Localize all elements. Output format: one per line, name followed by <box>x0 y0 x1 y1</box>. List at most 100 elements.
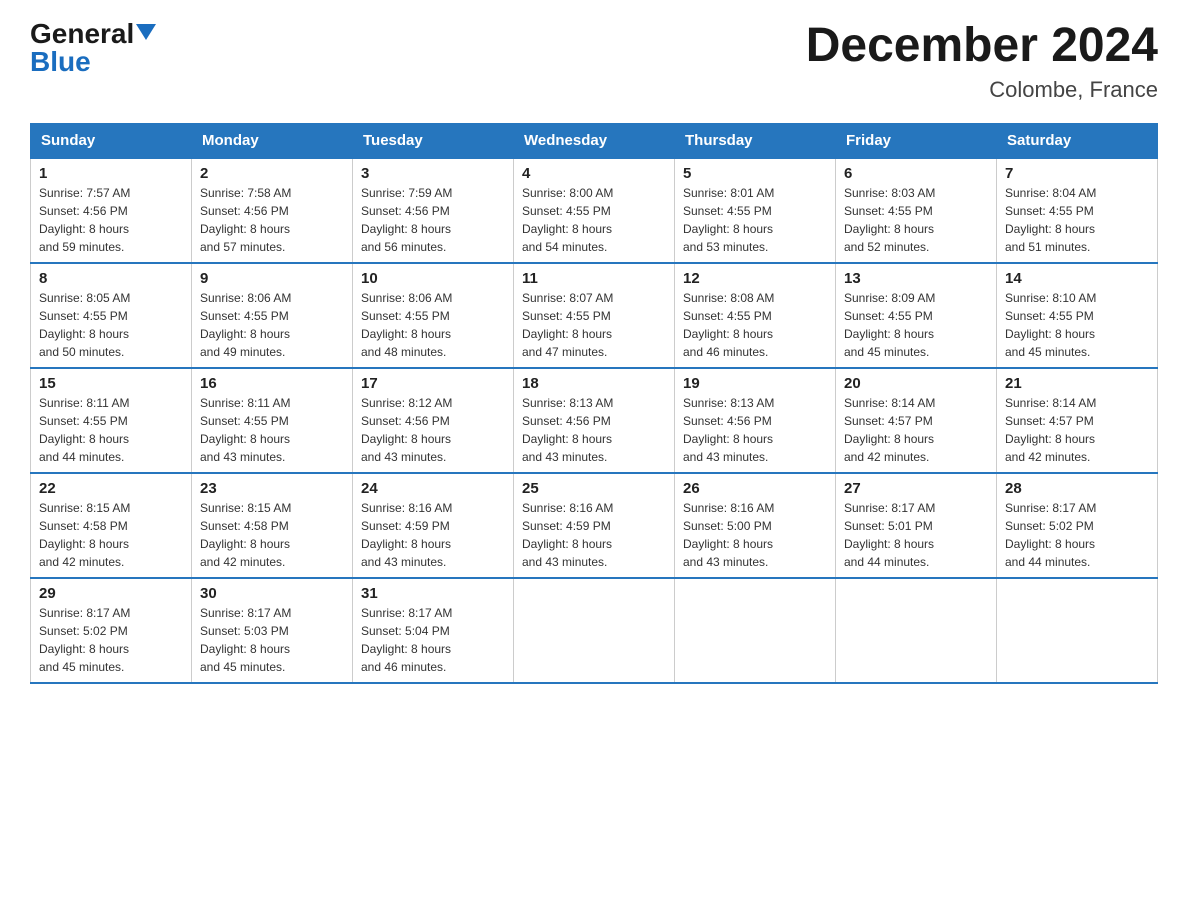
day-info: Sunrise: 8:17 AM Sunset: 5:03 PM Dayligh… <box>200 606 291 674</box>
day-info: Sunrise: 8:07 AM Sunset: 4:55 PM Dayligh… <box>522 291 613 359</box>
day-number: 27 <box>844 480 988 497</box>
day-number: 13 <box>844 270 988 287</box>
calendar-cell: 27 Sunrise: 8:17 AM Sunset: 5:01 PM Dayli… <box>836 473 997 578</box>
day-number: 11 <box>522 270 666 287</box>
column-header-saturday: Saturday <box>997 123 1158 158</box>
calendar-cell: 9 Sunrise: 8:06 AM Sunset: 4:55 PM Daylig… <box>192 263 353 368</box>
column-header-sunday: Sunday <box>31 123 192 158</box>
day-info: Sunrise: 8:00 AM Sunset: 4:55 PM Dayligh… <box>522 186 613 254</box>
day-number: 2 <box>200 165 344 182</box>
calendar-cell: 19Sunrise: 8:13 AM Sunset: 4:56 PM Dayli… <box>675 368 836 473</box>
day-number: 7 <box>1005 165 1149 182</box>
day-info: Sunrise: 8:11 AM Sunset: 4:55 PM Dayligh… <box>39 396 130 464</box>
calendar-cell: 16Sunrise: 8:11 AM Sunset: 4:55 PM Dayli… <box>192 368 353 473</box>
month-year-title: December 2024 <box>806 20 1158 73</box>
day-number: 24 <box>361 480 505 497</box>
calendar-cell: 6 Sunrise: 8:03 AM Sunset: 4:55 PM Daylig… <box>836 158 997 263</box>
calendar-cell: 17 Sunrise: 8:12 AM Sunset: 4:56 PM Dayli… <box>353 368 514 473</box>
calendar-cell: 29 Sunrise: 8:17 AM Sunset: 5:02 PM Dayli… <box>31 578 192 683</box>
day-number: 9 <box>200 270 344 287</box>
calendar-cell: 4 Sunrise: 8:00 AM Sunset: 4:55 PM Daylig… <box>514 158 675 263</box>
day-info: Sunrise: 7:59 AM Sunset: 4:56 PM Dayligh… <box>361 186 452 254</box>
calendar-table: SundayMondayTuesdayWednesdayThursdayFrid… <box>30 123 1158 684</box>
column-header-thursday: Thursday <box>675 123 836 158</box>
calendar-week-row: 8 Sunrise: 8:05 AM Sunset: 4:55 PM Daylig… <box>31 263 1158 368</box>
column-header-monday: Monday <box>192 123 353 158</box>
page-header: General Blue December 2024 Colombe, Fran… <box>30 20 1158 103</box>
day-number: 26 <box>683 480 827 497</box>
day-number: 21 <box>1005 375 1149 392</box>
calendar-cell: 20 Sunrise: 8:14 AM Sunset: 4:57 PM Dayli… <box>836 368 997 473</box>
calendar-header-row: SundayMondayTuesdayWednesdayThursdayFrid… <box>31 123 1158 158</box>
day-info: Sunrise: 8:14 AM Sunset: 4:57 PM Dayligh… <box>844 396 935 464</box>
day-number: 3 <box>361 165 505 182</box>
day-number: 29 <box>39 585 183 602</box>
calendar-cell: 10 Sunrise: 8:06 AM Sunset: 4:55 PM Dayli… <box>353 263 514 368</box>
column-header-friday: Friday <box>836 123 997 158</box>
day-number: 6 <box>844 165 988 182</box>
day-number: 25 <box>522 480 666 497</box>
day-number: 5 <box>683 165 827 182</box>
day-info: Sunrise: 8:17 AM Sunset: 5:01 PM Dayligh… <box>844 501 935 569</box>
calendar-cell: 7 Sunrise: 8:04 AM Sunset: 4:55 PM Daylig… <box>997 158 1158 263</box>
logo-triangle-icon <box>136 24 156 40</box>
day-number: 4 <box>522 165 666 182</box>
calendar-week-row: 29 Sunrise: 8:17 AM Sunset: 5:02 PM Dayli… <box>31 578 1158 683</box>
day-info: Sunrise: 8:01 AM Sunset: 4:55 PM Dayligh… <box>683 186 774 254</box>
day-info: Sunrise: 8:16 AM Sunset: 5:00 PM Dayligh… <box>683 501 774 569</box>
day-number: 31 <box>361 585 505 602</box>
day-info: Sunrise: 8:17 AM Sunset: 5:02 PM Dayligh… <box>1005 501 1096 569</box>
calendar-cell: 25 Sunrise: 8:16 AM Sunset: 4:59 PM Dayli… <box>514 473 675 578</box>
calendar-cell <box>514 578 675 683</box>
calendar-cell: 31 Sunrise: 8:17 AM Sunset: 5:04 PM Dayli… <box>353 578 514 683</box>
calendar-cell: 12 Sunrise: 8:08 AM Sunset: 4:55 PM Dayli… <box>675 263 836 368</box>
day-info: Sunrise: 8:17 AM Sunset: 5:04 PM Dayligh… <box>361 606 452 674</box>
calendar-cell: 11 Sunrise: 8:07 AM Sunset: 4:55 PM Dayli… <box>514 263 675 368</box>
calendar-cell: 18 Sunrise: 8:13 AM Sunset: 4:56 PM Dayli… <box>514 368 675 473</box>
calendar-cell: 2 Sunrise: 7:58 AM Sunset: 4:56 PM Daylig… <box>192 158 353 263</box>
calendar-cell: 22 Sunrise: 8:15 AM Sunset: 4:58 PM Dayli… <box>31 473 192 578</box>
calendar-cell: 23 Sunrise: 8:15 AM Sunset: 4:58 PM Dayli… <box>192 473 353 578</box>
day-info: Sunrise: 8:17 AM Sunset: 5:02 PM Dayligh… <box>39 606 130 674</box>
day-number: 18 <box>522 375 666 392</box>
calendar-cell <box>675 578 836 683</box>
day-info: Sunrise: 7:58 AM Sunset: 4:56 PM Dayligh… <box>200 186 291 254</box>
calendar-cell <box>997 578 1158 683</box>
column-header-wednesday: Wednesday <box>514 123 675 158</box>
day-info: Sunrise: 8:10 AM Sunset: 4:55 PM Dayligh… <box>1005 291 1096 359</box>
day-info: Sunrise: 8:14 AM Sunset: 4:57 PM Dayligh… <box>1005 396 1096 464</box>
day-number: 8 <box>39 270 183 287</box>
day-number: 10 <box>361 270 505 287</box>
day-info: Sunrise: 8:12 AM Sunset: 4:56 PM Dayligh… <box>361 396 452 464</box>
day-number: 17 <box>361 375 505 392</box>
calendar-cell: 30 Sunrise: 8:17 AM Sunset: 5:03 PM Dayli… <box>192 578 353 683</box>
day-info: Sunrise: 8:03 AM Sunset: 4:55 PM Dayligh… <box>844 186 935 254</box>
calendar-cell <box>836 578 997 683</box>
day-info: Sunrise: 8:15 AM Sunset: 4:58 PM Dayligh… <box>39 501 130 569</box>
day-info: Sunrise: 8:04 AM Sunset: 4:55 PM Dayligh… <box>1005 186 1096 254</box>
day-info: Sunrise: 8:08 AM Sunset: 4:55 PM Dayligh… <box>683 291 774 359</box>
day-number: 30 <box>200 585 344 602</box>
calendar-cell: 8 Sunrise: 8:05 AM Sunset: 4:55 PM Daylig… <box>31 263 192 368</box>
day-number: 28 <box>1005 480 1149 497</box>
day-number: 23 <box>200 480 344 497</box>
column-header-tuesday: Tuesday <box>353 123 514 158</box>
calendar-cell: 1Sunrise: 7:57 AM Sunset: 4:56 PM Daylig… <box>31 158 192 263</box>
day-number: 15 <box>39 375 183 392</box>
day-number: 14 <box>1005 270 1149 287</box>
day-info: Sunrise: 7:57 AM Sunset: 4:56 PM Dayligh… <box>39 186 130 254</box>
day-number: 22 <box>39 480 183 497</box>
calendar-week-row: 1Sunrise: 7:57 AM Sunset: 4:56 PM Daylig… <box>31 158 1158 263</box>
day-info: Sunrise: 8:06 AM Sunset: 4:55 PM Dayligh… <box>361 291 452 359</box>
calendar-cell: 21 Sunrise: 8:14 AM Sunset: 4:57 PM Dayli… <box>997 368 1158 473</box>
day-info: Sunrise: 8:15 AM Sunset: 4:58 PM Dayligh… <box>200 501 291 569</box>
day-number: 12 <box>683 270 827 287</box>
day-info: Sunrise: 8:06 AM Sunset: 4:55 PM Dayligh… <box>200 291 291 359</box>
calendar-week-row: 22 Sunrise: 8:15 AM Sunset: 4:58 PM Dayli… <box>31 473 1158 578</box>
day-info: Sunrise: 8:11 AM Sunset: 4:55 PM Dayligh… <box>200 396 291 464</box>
calendar-week-row: 15 Sunrise: 8:11 AM Sunset: 4:55 PM Dayli… <box>31 368 1158 473</box>
day-info: Sunrise: 8:05 AM Sunset: 4:55 PM Dayligh… <box>39 291 130 359</box>
day-number: 20 <box>844 375 988 392</box>
day-info: Sunrise: 8:13 AM Sunset: 4:56 PM Dayligh… <box>522 396 613 464</box>
day-info: Sunrise: 8:16 AM Sunset: 4:59 PM Dayligh… <box>522 501 613 569</box>
